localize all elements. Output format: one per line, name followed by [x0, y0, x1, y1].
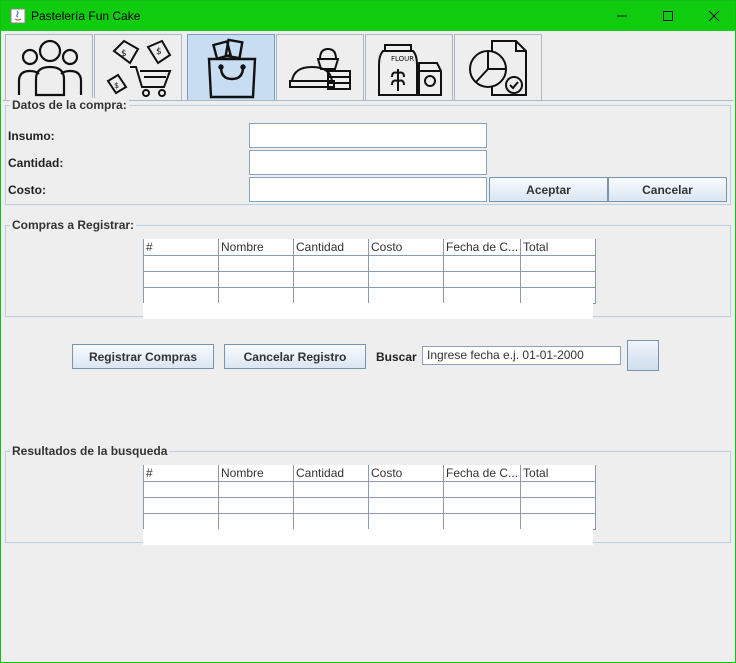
svg-text:$: $	[121, 49, 127, 59]
compras-table[interactable]: # Nombre Cantidad Costo Fecha de C... To…	[143, 239, 597, 304]
column-header[interactable]: Nombre	[218, 239, 294, 256]
column-header[interactable]: Cantidad	[293, 465, 369, 482]
maximize-icon	[663, 11, 673, 21]
table-header-row: # Nombre Cantidad Costo Fecha de C... To…	[143, 465, 597, 482]
resultados-title: Resultados de la busqueda	[10, 444, 170, 458]
cancelar-registro-button[interactable]: Cancelar Registro	[224, 344, 366, 369]
cantidad-label: Cantidad:	[8, 156, 64, 170]
column-header[interactable]: #	[143, 239, 219, 256]
cancelar-button[interactable]: Cancelar	[608, 177, 727, 202]
column-header[interactable]: #	[143, 465, 219, 482]
column-header[interactable]: Total	[520, 239, 597, 256]
sales-cart-icon: $ $ $	[106, 39, 172, 97]
minimize-icon	[617, 15, 627, 17]
table-row[interactable]	[143, 254, 597, 272]
app-window: Pastelería Fun Cake $ $ $ FLOUR Datos de…	[0, 0, 736, 663]
tab-reportes[interactable]	[454, 34, 542, 101]
svg-text:$: $	[156, 47, 162, 57]
column-header[interactable]: Cantidad	[293, 239, 369, 256]
tab-compras[interactable]	[187, 34, 275, 101]
bakery-products-icon	[289, 47, 351, 90]
table-row[interactable]	[143, 496, 597, 514]
table-row[interactable]	[143, 480, 597, 498]
costo-label: Costo:	[8, 183, 46, 197]
supplies-icon: FLOUR	[378, 44, 442, 96]
buscar-fecha-field[interactable]: Ingrese fecha e.j. 01-01-2000	[422, 346, 621, 365]
insumo-label: Insumo:	[8, 129, 55, 143]
column-header[interactable]: Nombre	[218, 465, 294, 482]
close-button[interactable]	[691, 1, 736, 31]
resultados-table[interactable]: # Nombre Cantidad Costo Fecha de C... To…	[143, 465, 597, 530]
table-row[interactable]	[143, 270, 597, 288]
close-icon	[708, 10, 720, 22]
column-header[interactable]: Total	[520, 465, 597, 482]
datos-compra-title: Datos de la compra:	[10, 98, 129, 112]
aceptar-button[interactable]: Aceptar	[489, 177, 608, 202]
shopping-bag-icon	[207, 38, 257, 99]
table-row[interactable]	[143, 512, 597, 530]
buscar-label: Buscar	[376, 350, 417, 364]
compras-table-viewport	[143, 303, 593, 319]
insumo-field[interactable]	[249, 123, 487, 148]
search-button[interactable]	[627, 340, 659, 371]
table-header-row: # Nombre Cantidad Costo Fecha de C... To…	[143, 239, 597, 256]
column-header[interactable]: Fecha de C...	[442, 465, 522, 482]
customers-icon	[17, 39, 83, 97]
column-header[interactable]: Fecha de C...	[442, 239, 522, 256]
maximize-button[interactable]	[645, 1, 691, 31]
compras-title: Compras a Registrar:	[10, 218, 137, 232]
svg-text:$: $	[114, 81, 119, 90]
window-title: Pastelería Fun Cake	[31, 9, 141, 23]
title-bar[interactable]: Pastelería Fun Cake	[1, 1, 735, 31]
costo-field[interactable]	[249, 177, 487, 202]
column-header[interactable]: Costo	[368, 465, 444, 482]
tab-insumos[interactable]: FLOUR	[365, 34, 453, 101]
svg-text:FLOUR: FLOUR	[391, 55, 414, 63]
report-chart-icon	[469, 40, 527, 96]
java-app-icon	[10, 8, 26, 24]
column-header[interactable]: Costo	[368, 239, 444, 256]
tab-clientes[interactable]	[5, 34, 93, 101]
tab-productos[interactable]	[276, 34, 364, 101]
table-row[interactable]	[143, 286, 597, 304]
minimize-button[interactable]	[599, 1, 645, 31]
tab-ventas[interactable]: $ $ $	[94, 34, 182, 101]
resultados-table-viewport	[143, 529, 593, 545]
cantidad-field[interactable]	[249, 150, 487, 175]
registrar-compras-button[interactable]: Registrar Compras	[72, 344, 214, 369]
